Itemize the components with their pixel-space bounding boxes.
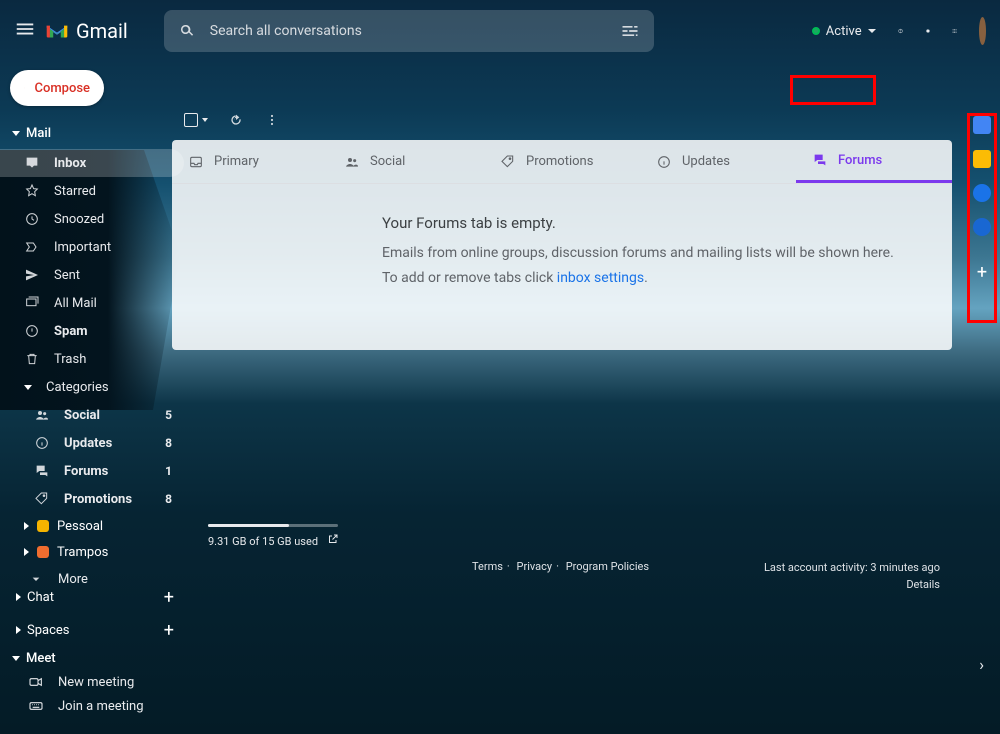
section-chat[interactable]: Chat +	[0, 581, 190, 614]
nav-allmail[interactable]: All Mail	[0, 289, 190, 317]
forum-icon	[812, 152, 828, 168]
main-area: Primary Social Promotions Updates Forums…	[172, 100, 952, 548]
send-icon	[24, 267, 40, 283]
inbox-panel: Primary Social Promotions Updates Forums…	[172, 140, 952, 350]
apps-icon[interactable]	[952, 21, 957, 41]
open-external-icon[interactable]	[327, 533, 339, 545]
empty-state: Your Forums tab is empty. Emails from on…	[172, 184, 952, 291]
tab-social[interactable]: Social	[328, 140, 484, 183]
annotation-box	[790, 75, 876, 105]
search-options-icon[interactable]	[620, 21, 640, 41]
label-color-icon	[37, 546, 49, 558]
spaces-new-icon[interactable]: +	[164, 620, 174, 641]
gmail-brand[interactable]: Gmail	[44, 19, 128, 43]
brand-label: Gmail	[76, 19, 128, 43]
nav-starred[interactable]: Starred	[0, 177, 190, 205]
checkbox-icon	[184, 113, 198, 127]
annotation-box	[967, 113, 997, 323]
info-icon	[656, 154, 672, 170]
chevron-down-icon	[202, 118, 208, 122]
chevron-right-icon	[24, 522, 29, 530]
people-icon	[344, 154, 360, 170]
chevron-right-icon	[24, 548, 29, 556]
sidepanel-toggle[interactable]: ›	[979, 655, 984, 674]
footer-links: Terms· Privacy· Program Policies	[470, 560, 651, 573]
empty-line1: Emails from online groups, discussion fo…	[382, 241, 952, 266]
tab-primary[interactable]: Primary	[172, 140, 328, 183]
link-terms[interactable]: Terms	[472, 560, 503, 573]
compose-button[interactable]: Compose	[10, 70, 104, 106]
compose-label: Compose	[34, 81, 90, 96]
nav-cat-forums[interactable]: Forums1	[0, 457, 190, 485]
search-icon	[178, 22, 196, 40]
account-avatar[interactable]	[979, 17, 986, 45]
chevron-down-icon	[24, 385, 32, 390]
chevron-down-icon	[868, 29, 876, 33]
nav-trash[interactable]: Trash	[0, 345, 190, 373]
label-pessoal[interactable]: Pessoal	[0, 513, 190, 539]
section-spaces[interactable]: Spaces +	[0, 614, 190, 647]
star-icon	[24, 183, 40, 199]
video-icon	[28, 674, 44, 690]
people-icon	[34, 407, 50, 423]
forum-icon	[34, 463, 50, 479]
left-sidebar: Compose Mail Inbox Starred Snoozed Impor…	[0, 62, 190, 734]
status-chip[interactable]: Active	[812, 24, 876, 39]
inbox-settings-link[interactable]: inbox settings	[557, 270, 644, 286]
more-icon[interactable]	[264, 112, 280, 128]
nav-spam[interactable]: Spam	[0, 317, 190, 345]
nav-snoozed[interactable]: Snoozed	[0, 205, 190, 233]
section-mail[interactable]: Mail	[0, 122, 190, 145]
tab-promotions[interactable]: Promotions	[484, 140, 640, 183]
tag-icon	[34, 491, 50, 507]
footer-activity: Last account activity: 3 minutes ago Det…	[764, 560, 940, 593]
meet-join[interactable]: Join a meeting	[0, 694, 190, 718]
empty-line2: To add or remove tabs click inbox settin…	[382, 266, 952, 291]
empty-title: Your Forums tab is empty.	[382, 210, 952, 237]
inbox-icon	[24, 155, 40, 171]
nav-important[interactable]: Important	[0, 233, 190, 261]
meet-new[interactable]: New meeting	[0, 670, 190, 694]
link-details[interactable]: Details	[764, 577, 940, 594]
nav-categories[interactable]: Categories	[0, 373, 190, 401]
inbox-icon	[188, 154, 204, 170]
link-policies[interactable]: Program Policies	[566, 560, 649, 573]
storage-bar: 9.31 GB of 15 GB used	[172, 524, 952, 548]
nav-inbox[interactable]: Inbox	[0, 149, 184, 177]
label-color-icon	[37, 520, 49, 532]
nav-sent[interactable]: Sent	[0, 261, 190, 289]
section-meet[interactable]: Meet	[0, 647, 190, 670]
clock-icon	[24, 211, 40, 227]
mail-toolbar	[172, 100, 952, 140]
search-bar[interactable]: Search all conversations	[164, 10, 654, 52]
nav-cat-updates[interactable]: Updates8	[0, 429, 190, 457]
tab-updates[interactable]: Updates	[640, 140, 796, 183]
refresh-icon[interactable]	[228, 112, 244, 128]
tag-icon	[500, 154, 516, 170]
label-trampos[interactable]: Trampos	[0, 539, 190, 565]
link-privacy[interactable]: Privacy	[517, 560, 553, 573]
chat-new-icon[interactable]: +	[164, 587, 174, 608]
status-dot-icon	[812, 27, 820, 35]
help-icon[interactable]	[898, 21, 903, 41]
important-icon	[24, 239, 40, 255]
keyboard-icon	[28, 698, 44, 714]
main-menu-icon[interactable]	[14, 18, 36, 44]
tab-forums[interactable]: Forums	[796, 140, 952, 183]
info-icon	[34, 435, 50, 451]
nav-cat-promotions[interactable]: Promotions8	[0, 485, 190, 513]
spam-icon	[24, 323, 40, 339]
header: Gmail Search all conversations Active	[0, 0, 1000, 62]
status-label: Active	[826, 24, 862, 39]
settings-icon[interactable]	[925, 21, 930, 41]
trash-icon	[24, 351, 40, 367]
nav-cat-social[interactable]: Social5	[0, 401, 190, 429]
category-tabs: Primary Social Promotions Updates Forums	[172, 140, 952, 184]
select-all[interactable]	[184, 113, 208, 127]
search-placeholder: Search all conversations	[210, 23, 620, 39]
stack-icon	[24, 295, 40, 311]
